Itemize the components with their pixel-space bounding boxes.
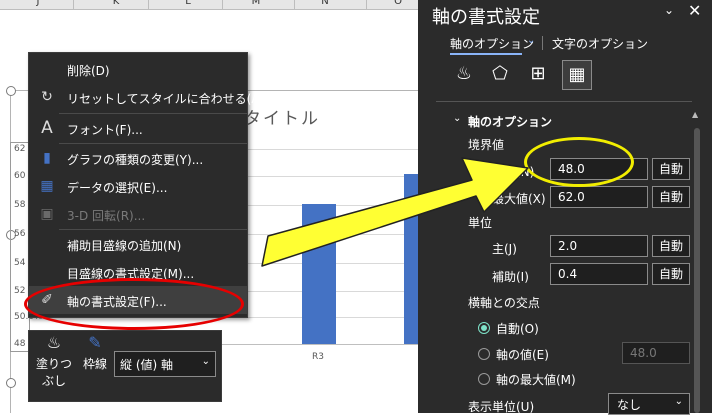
yellow-arrow-annotation bbox=[261, 157, 529, 267]
